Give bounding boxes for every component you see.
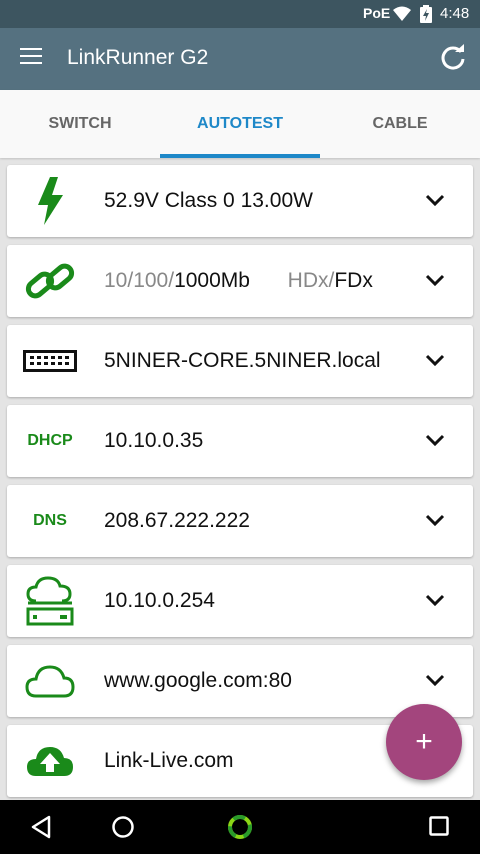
link-speed: 10/100/1000Mb HDx/FDx [104, 269, 373, 293]
switch-icon [21, 325, 79, 397]
status-bar: PoE 4:48 [0, 0, 480, 28]
recents-icon[interactable] [428, 815, 450, 842]
chevron-down-icon[interactable] [425, 433, 445, 451]
upload-destination: Link-Live.com [104, 749, 234, 772]
chevron-down-icon[interactable] [425, 673, 445, 691]
dns-label-container: DNS [21, 485, 79, 557]
wifi-icon [393, 6, 411, 27]
dhcp-label: DHCP [27, 432, 73, 449]
app-title: LinkRunner G2 [67, 46, 209, 69]
tab-switch[interactable]: SWITCH [0, 90, 160, 158]
chevron-down-icon[interactable] [425, 353, 445, 371]
chevron-down-icon[interactable] [425, 593, 445, 611]
active-duplex: FDx [334, 269, 373, 292]
switch-name: 5NINER-CORE.5NINER.local [104, 349, 381, 372]
dhcp-address: 10.10.0.35 [104, 429, 204, 452]
back-icon[interactable] [30, 815, 52, 844]
home-icon[interactable] [111, 815, 135, 844]
poe-indicator: PoE [363, 5, 391, 21]
navigation-bar [0, 800, 480, 854]
cloud-icon [21, 645, 79, 717]
gateway-card[interactable]: 10.10.0.254 [7, 565, 473, 637]
add-fab-button[interactable]: + [386, 704, 462, 780]
dhcp-label-container: DHCP [21, 405, 79, 477]
dns-address: 208.67.222.222 [104, 509, 250, 532]
assistant-icon[interactable] [226, 815, 254, 848]
lightning-icon [21, 165, 79, 237]
tab-cable[interactable]: CABLE [320, 90, 480, 158]
tab-autotest[interactable]: AUTOTEST [160, 90, 320, 158]
link-speed-card[interactable]: 10/100/1000Mb HDx/FDx [7, 245, 473, 317]
active-speed: 1000Mb [174, 269, 250, 292]
link-icon [21, 245, 79, 317]
dhcp-card[interactable]: DHCP 10.10.0.35 [7, 405, 473, 477]
menu-icon[interactable] [20, 48, 42, 66]
poe-value: 52.9V Class 0 13.00W [104, 189, 313, 212]
switch-card[interactable]: 5NINER-CORE.5NINER.local [7, 325, 473, 397]
tab-bar: SWITCH AUTOTEST CABLE [0, 90, 480, 158]
duplex-options: HDx/ [287, 269, 335, 292]
clock: 4:48 [440, 5, 470, 22]
dns-label: DNS [33, 512, 67, 529]
tab-indicator [160, 154, 320, 158]
gateway-address: 10.10.0.254 [104, 589, 215, 612]
poe-card[interactable]: 52.9V Class 0 13.00W [7, 165, 473, 237]
chevron-down-icon[interactable] [425, 273, 445, 291]
chevron-down-icon[interactable] [425, 193, 445, 211]
speed-options: 10/100/ [104, 269, 175, 292]
target-address: www.google.com:80 [104, 669, 292, 692]
app-bar: LinkRunner G2 [0, 28, 480, 90]
cloud-upload-icon [21, 725, 79, 797]
dns-card[interactable]: DNS 208.67.222.222 [7, 485, 473, 557]
target-card[interactable]: www.google.com:80 [7, 645, 473, 717]
gateway-cloud-icon [21, 565, 79, 637]
chevron-down-icon[interactable] [425, 513, 445, 531]
refresh-icon[interactable] [440, 44, 466, 75]
battery-icon [420, 5, 432, 28]
